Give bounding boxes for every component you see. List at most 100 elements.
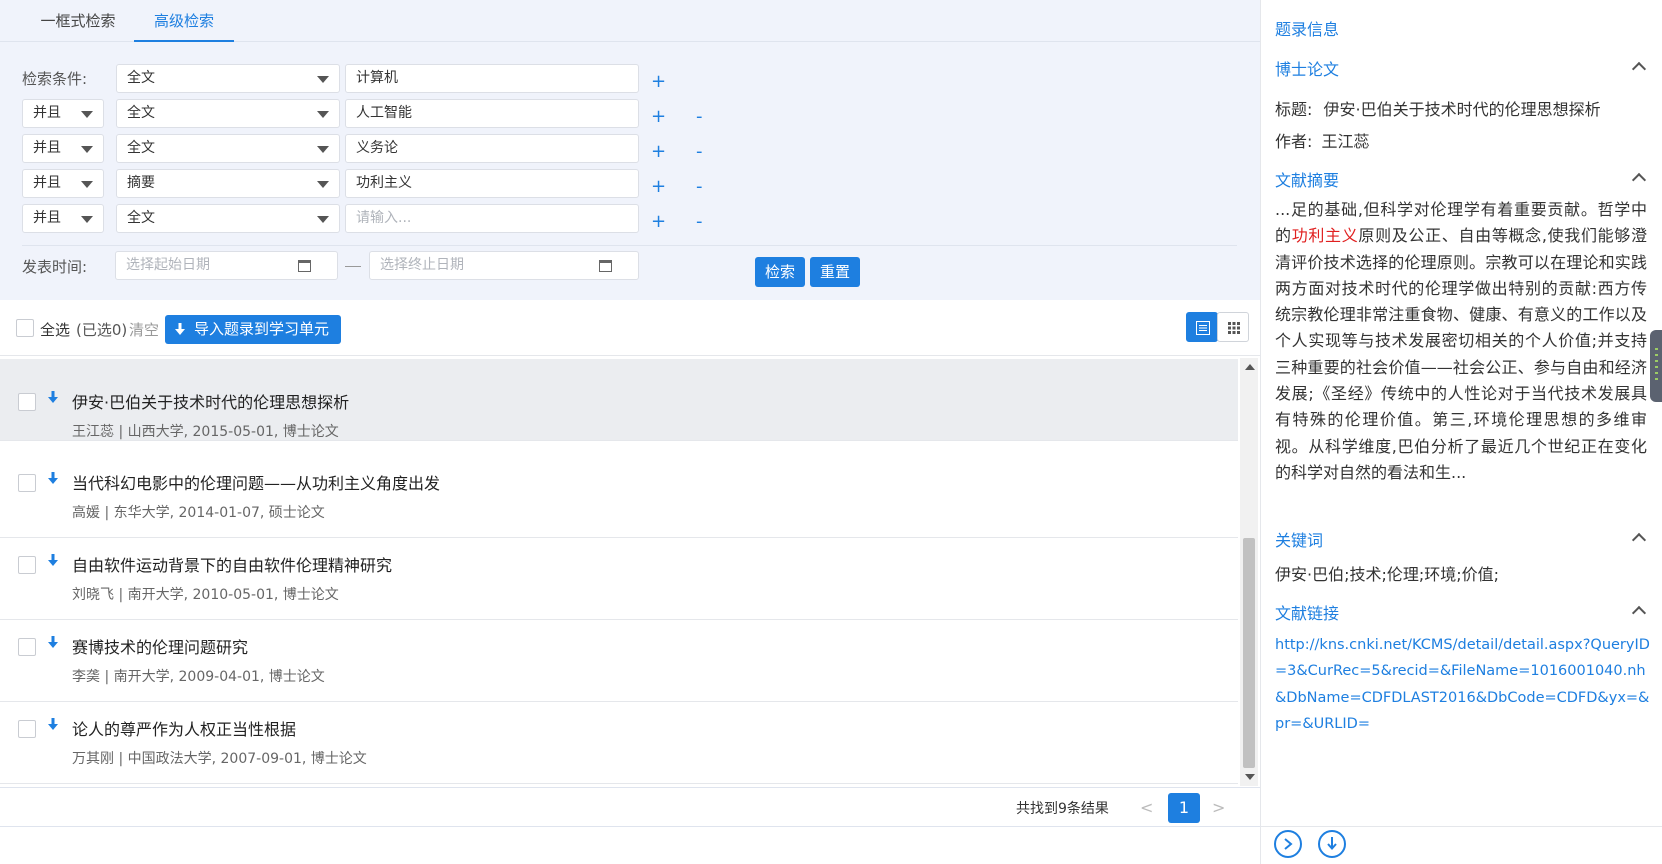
list-view-button[interactable] — [1186, 312, 1218, 342]
result-title[interactable]: 自由软件运动背景下的自由软件伦理精神研究 — [72, 552, 392, 576]
date-end-picker[interactable]: 选择终止日期 — [369, 251, 639, 280]
search-button[interactable]: 检索 — [755, 257, 805, 287]
download-icon — [1327, 837, 1337, 851]
detail-panel: 题录信息 博士论文 标题: 伊安·巴伯关于技术时代的伦理思想探析 作者: 王江蕊… — [1260, 0, 1662, 864]
result-checkbox[interactable] — [18, 474, 36, 492]
document-link[interactable]: http://kns.cnki.net/KCMS/detail/detail.a… — [1275, 632, 1651, 737]
result-meta: 刘晓飞 | 南开大学, 2010-05-01, 博士论文 — [72, 587, 339, 603]
keyword-input-1[interactable]: 计算机 — [345, 64, 639, 93]
chevron-up-icon[interactable] — [1631, 172, 1647, 188]
detail-title: 伊安·巴伯关于技术时代的伦理思想探析 — [1323, 100, 1601, 119]
keyword-input-2[interactable]: 人工智能 — [345, 99, 639, 128]
import-button[interactable]: 导入题录到学习单元 — [165, 315, 341, 344]
date-start-placeholder: 选择起始日期 — [126, 257, 210, 273]
title-label: 标题: — [1275, 100, 1313, 119]
caret-down-icon — [317, 216, 329, 223]
remove-row-button[interactable]: - — [696, 143, 703, 161]
tab-advanced-search[interactable]: 高级检索 — [134, 0, 234, 42]
doc-type-heading: 博士论文 — [1275, 60, 1340, 79]
keywords-text: 伊安·巴伯;技术;伦理;环境;价值; — [1275, 565, 1500, 584]
add-row-button[interactable]: + — [651, 143, 666, 161]
result-title[interactable]: 伊安·巴伯关于技术时代的伦理思想探析 — [72, 389, 349, 413]
page-1-button[interactable]: 1 — [1168, 793, 1200, 823]
result-checkbox[interactable] — [18, 393, 36, 411]
field-select-value: 全文 — [127, 105, 155, 121]
download-icon[interactable] — [48, 554, 58, 568]
grid-view-button[interactable] — [1217, 312, 1249, 342]
side-handle[interactable] — [1650, 330, 1662, 402]
tab-simple-search[interactable]: 一框式检索 — [26, 0, 130, 42]
keyword-input-3[interactable]: 义务论 — [345, 134, 639, 163]
add-row-button[interactable]: + — [651, 73, 666, 91]
search-tabs: 一框式检索 高级检索 — [0, 0, 1260, 42]
field-select-3[interactable]: 全文 — [116, 134, 340, 163]
date-end-placeholder: 选择终止日期 — [380, 257, 464, 273]
select-all-label[interactable]: 全选 — [40, 319, 70, 340]
result-item[interactable]: 论人的尊严作为人权正当性根据 万其刚 | 中国政法大学, 2007-09-01,… — [0, 702, 1238, 784]
download-icon[interactable] — [48, 718, 58, 732]
field-select-value: 全文 — [127, 140, 155, 156]
import-button-label: 导入题录到学习单元 — [194, 320, 330, 338]
result-item[interactable]: 伊安·巴伯关于技术时代的伦理思想探析 王江蕊 | 山西大学, 2015-05-0… — [0, 359, 1238, 441]
logic-select-4[interactable]: 并且 — [22, 169, 104, 198]
results-scrollbar[interactable] — [1240, 358, 1258, 786]
keyword-input-5[interactable]: 请输入... — [345, 204, 639, 233]
remove-row-button[interactable]: - — [696, 108, 703, 126]
select-all-checkbox[interactable] — [16, 319, 34, 337]
field-select-1[interactable]: 全文 — [116, 64, 340, 93]
search-condition-label: 检索条件: — [22, 70, 88, 88]
logic-select-3[interactable]: 并且 — [22, 134, 104, 163]
next-record-button[interactable] — [1274, 830, 1302, 858]
result-item[interactable]: 赛博技术的伦理问题研究 李䶮 | 南开大学, 2009-04-01, 博士论文 — [0, 620, 1238, 702]
result-title[interactable]: 当代科幻电影中的伦理问题——从功利主义角度出发 — [72, 470, 440, 494]
scroll-down-icon[interactable] — [1245, 774, 1255, 780]
scrollbar-thumb[interactable] — [1243, 538, 1255, 768]
result-title[interactable]: 论人的尊严作为人权正当性根据 — [72, 716, 296, 740]
left-panel: 一框式检索 高级检索 检索条件: 全文 计算机 + 并且 全文 人工智能 + -… — [0, 0, 1260, 864]
results-toolbar: 全选 (已选0) 清空 导入题录到学习单元 — [0, 300, 1260, 356]
result-checkbox[interactable] — [18, 638, 36, 656]
chevron-up-icon[interactable] — [1631, 61, 1647, 77]
prev-page-button[interactable]: < — [1140, 798, 1153, 817]
result-checkbox[interactable] — [18, 556, 36, 574]
scroll-up-icon[interactable] — [1245, 364, 1255, 370]
result-meta: 王江蕊 | 山西大学, 2015-05-01, 博士论文 — [72, 424, 339, 440]
result-checkbox[interactable] — [18, 720, 36, 738]
clear-selection-link[interactable]: 清空 — [129, 319, 159, 340]
result-item[interactable]: 自由软件运动背景下的自由软件伦理精神研究 刘晓飞 | 南开大学, 2010-05… — [0, 538, 1238, 620]
add-row-button[interactable]: + — [651, 108, 666, 126]
author-label: 作者: — [1275, 132, 1313, 151]
field-select-2[interactable]: 全文 — [116, 99, 340, 128]
download-icon — [175, 323, 185, 335]
remove-row-button[interactable]: - — [696, 213, 703, 231]
result-meta: 李䶮 | 南开大学, 2009-04-01, 博士论文 — [72, 669, 325, 685]
date-start-picker[interactable]: 选择起始日期 — [115, 251, 338, 280]
caret-down-icon — [81, 111, 93, 118]
abstract-highlight: 功利主义 — [1291, 226, 1359, 246]
logic-select-value: 并且 — [33, 105, 61, 121]
detail-title-row: 标题: 伊安·巴伯关于技术时代的伦理思想探析 — [1275, 96, 1601, 120]
add-row-button[interactable]: + — [651, 213, 666, 231]
download-icon[interactable] — [48, 472, 58, 486]
keyword-input-4[interactable]: 功利主义 — [345, 169, 639, 198]
divider — [0, 826, 1260, 827]
add-row-button[interactable]: + — [651, 178, 666, 196]
result-meta: 万其刚 | 中国政法大学, 2007-09-01, 博士论文 — [72, 751, 367, 767]
logic-select-5[interactable]: 并且 — [22, 204, 104, 233]
result-item[interactable]: 当代科幻电影中的伦理问题——从功利主义角度出发 高媛 | 东华大学, 2014-… — [0, 456, 1238, 538]
download-icon[interactable] — [48, 636, 58, 650]
next-page-button[interactable]: > — [1212, 798, 1225, 817]
caret-down-icon — [317, 76, 329, 83]
chevron-up-icon[interactable] — [1631, 532, 1647, 548]
remove-row-button[interactable]: - — [696, 178, 703, 196]
reset-button[interactable]: 重置 — [810, 257, 860, 287]
chevron-up-icon[interactable] — [1631, 605, 1647, 621]
result-title[interactable]: 赛博技术的伦理问题研究 — [72, 634, 248, 658]
logic-select-value: 并且 — [33, 140, 61, 156]
app-window: 一框式检索 高级检索 检索条件: 全文 计算机 + 并且 全文 人工智能 + -… — [0, 0, 1662, 864]
field-select-4[interactable]: 摘要 — [116, 169, 340, 198]
field-select-5[interactable]: 全文 — [116, 204, 340, 233]
download-record-button[interactable] — [1318, 830, 1346, 858]
download-icon[interactable] — [48, 391, 58, 405]
logic-select-2[interactable]: 并且 — [22, 99, 104, 128]
